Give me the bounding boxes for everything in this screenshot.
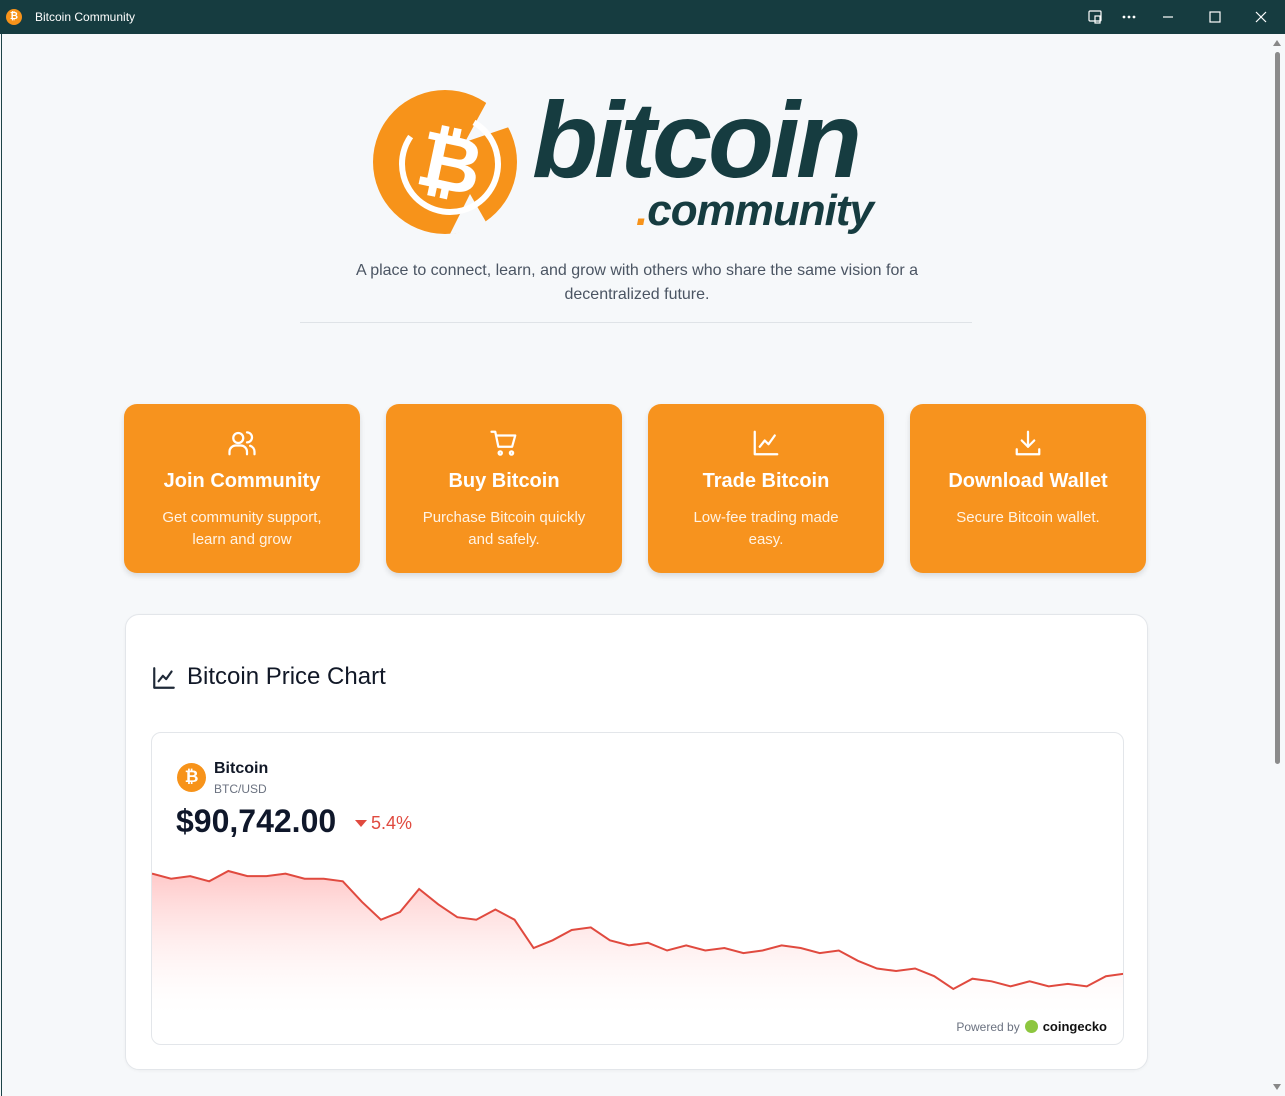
users-icon (227, 428, 257, 458)
card-title: Join Community (163, 470, 321, 492)
card-description: Secure Bitcoin wallet. (956, 509, 1100, 526)
bitcoin-community-logo: ₿ bitcoin .community (370, 84, 910, 242)
powered-by[interactable]: Powered by coingecko (956, 1019, 1107, 1034)
panel-title: Bitcoin Price Chart (187, 663, 386, 690)
buy-bitcoin-card[interactable]: Buy Bitcoin Purchase Bitcoin quickly and… (386, 404, 622, 573)
tagline: A place to connect, learn, and grow with… (355, 262, 919, 303)
chart-area (152, 871, 1123, 1013)
coin-price: $90,742.00 (176, 803, 337, 839)
price-widget[interactable]: ₿ Bitcoin BTC/USD $90,742.00 5.4% Powere… (151, 732, 1124, 1045)
coin-pair: BTC/USD (214, 782, 267, 796)
price-sparkline-chart (152, 869, 1123, 1013)
card-title: Buy Bitcoin (448, 470, 560, 492)
download-icon (1013, 428, 1043, 458)
scrollbar-thumb[interactable] (1275, 52, 1280, 764)
coingecko-icon (1024, 1020, 1038, 1033)
logo-subword: .community (636, 186, 874, 235)
price-change: 5.4% (355, 813, 412, 834)
download-wallet-card[interactable]: Download Wallet Secure Bitcoin wallet. (910, 404, 1146, 573)
trade-bitcoin-card[interactable]: Trade Bitcoin Low-fee trading made easy. (648, 404, 884, 573)
bitcoin-coin-icon: ₿ (177, 763, 206, 792)
cart-icon (489, 428, 519, 458)
vertical-scrollbar[interactable] (1269, 34, 1285, 1096)
card-title: Download Wallet (948, 470, 1108, 492)
page-content: ₿ bitcoin .community A place to connect,… (1, 34, 1269, 1096)
coin-name: Bitcoin (214, 760, 269, 777)
scroll-up-icon[interactable] (1273, 40, 1281, 46)
card-description: Purchase Bitcoin quickly and safely. (422, 509, 586, 548)
card-description: Get community support, learn and grow (162, 509, 322, 548)
window-title: Bitcoin Community (35, 10, 136, 24)
logo-wordmark: bitcoin (532, 79, 862, 200)
line-chart-icon (751, 428, 781, 458)
price-chart-panel: Bitcoin Price Chart ₿ Bitcoin BTC/USD $9… (125, 614, 1148, 1070)
maximize-icon[interactable] (1195, 0, 1235, 34)
card-title: Trade Bitcoin (702, 470, 830, 492)
app-icon: ₿ (6, 9, 22, 25)
more-icon[interactable] (1109, 0, 1149, 34)
down-triangle-icon (355, 820, 367, 827)
card-description: Low-fee trading made easy. (693, 509, 839, 548)
line-chart-icon (151, 665, 177, 691)
scroll-down-icon[interactable] (1273, 1084, 1281, 1090)
bitcoin-logo-mark: ₿ (373, 90, 518, 234)
close-icon[interactable] (1241, 0, 1281, 34)
join-community-card[interactable]: Join Community Get community support, le… (124, 404, 360, 573)
divider (300, 322, 972, 323)
title-bar: ₿ Bitcoin Community (0, 0, 1285, 34)
minimize-icon[interactable] (1148, 0, 1188, 34)
